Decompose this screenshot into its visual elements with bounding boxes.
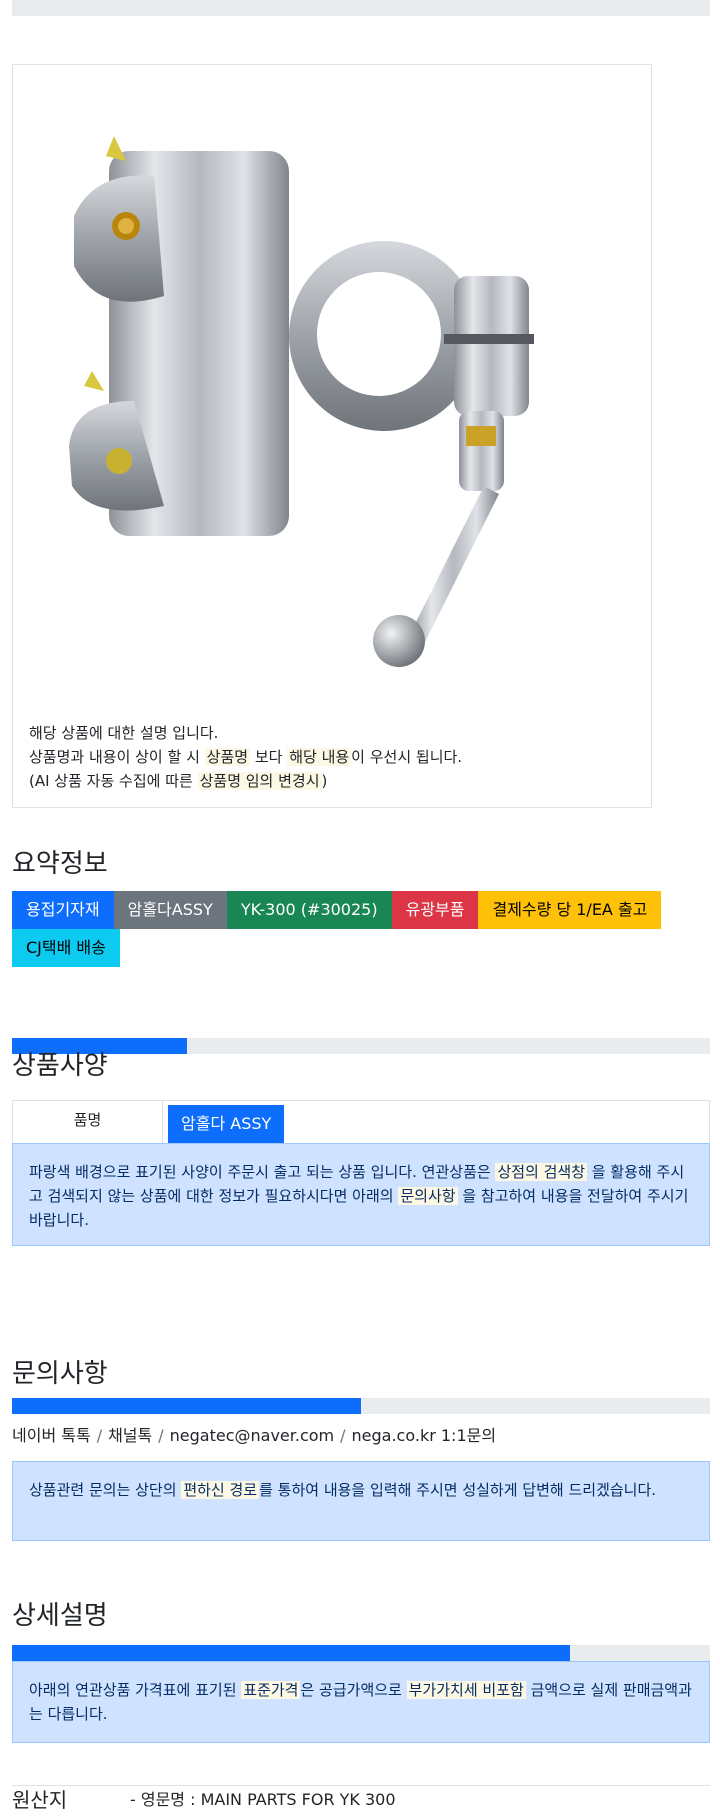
product-photo-icon <box>69 136 534 667</box>
highlight-content: 해당 내용 <box>287 748 352 766</box>
badge-shipping-qty[interactable]: 결제수량 당 1/EA 출고 <box>478 891 662 929</box>
spec-label: 품명 <box>13 1101 163 1149</box>
notice-text: 상품관련 문의는 상단의 <box>29 1481 182 1499</box>
spec-title: 상품사양 <box>12 1051 108 1081</box>
origin-divider <box>12 1785 710 1786</box>
highlight-route: 편하신 경로 <box>181 1481 260 1499</box>
separator: / <box>158 1426 164 1445</box>
inquiry-title: 문의사항 <box>12 1359 108 1389</box>
notice-text: 아래의 연관상품 가격표에 표기된 <box>29 1681 242 1699</box>
highlight-search: 상점의 검색창 <box>495 1163 588 1181</box>
contact-breadcrumb: 네이버 톡톡 / 채널톡 / negatec@naver.com / nega.co.kr … <box>12 1425 496 1447</box>
inquiry-notice: 상품관련 문의는 상단의 편하신 경로 를 통하여 내용을 입력해 주시면 성실하… <box>12 1461 710 1541</box>
highlight-inquiry: 문의사항 <box>398 1187 458 1205</box>
caption-text: ) <box>321 772 328 790</box>
notice-text: 파랑색 배경으로 표기된 사양이 주문시 출고 되는 상품 입니다. 연관상품은 <box>29 1163 496 1181</box>
badge-delivery[interactable]: CJ택배 배송 <box>12 929 120 967</box>
contact-website[interactable]: nega.co.kr 1:1문의 <box>352 1426 497 1445</box>
origin-label: 원산지 <box>12 1788 68 1812</box>
caption-text: 보다 <box>250 748 288 766</box>
contact-email[interactable]: negatec@naver.com <box>170 1426 334 1445</box>
caption-text: 상품명과 내용이 상이 할 시 <box>29 748 205 766</box>
highlight-name-change: 상품명 임의 변경시 <box>197 772 322 790</box>
notice-text: 를 통하여 내용을 입력해 주시면 성실하게 답변해 드리겠습니다. <box>259 1481 657 1499</box>
highlight-standard-price: 표준가격 <box>241 1681 301 1699</box>
image-caption: 해당 상품에 대한 설명 입니다. 상품명과 내용이 상이 할 시 상품명 보다… <box>29 721 462 793</box>
caption-text: (AI 상품 자동 수집에 따른 <box>29 772 198 790</box>
top-progress-bar <box>12 0 710 16</box>
detail-notice: 아래의 연관상품 가격표에 표기된 표준가격 은 공급가액으로 부가가치세 비포함… <box>12 1661 710 1743</box>
product-image-card: 해당 상품에 대한 설명 입니다. 상품명과 내용이 상이 할 시 상품명 보다… <box>12 64 652 808</box>
caption-text: 이 우선시 됩니다. <box>351 748 463 766</box>
origin-english-name: - 영문명 : MAIN PARTS FOR YK 300 <box>130 1790 396 1809</box>
badge-product[interactable]: 암홀다ASSY <box>113 891 227 929</box>
contact-naver-talk[interactable]: 네이버 톡톡 <box>12 1426 91 1445</box>
separator: / <box>340 1426 346 1445</box>
detail-progress-bar <box>12 1645 710 1661</box>
caption-line-2: 상품명과 내용이 상이 할 시 상품명 보다 해당 내용 이 우선시 됩니다. <box>29 745 462 769</box>
spec-value-badge[interactable]: 암홀다 ASSY <box>168 1105 285 1143</box>
highlight-vat-excluded: 부가가치세 비포함 <box>406 1681 526 1699</box>
contact-channel-talk[interactable]: 채널톡 <box>108 1426 152 1445</box>
separator: / <box>96 1426 103 1445</box>
summary-title: 요약정보 <box>12 849 108 879</box>
badge-category[interactable]: 용접기자재 <box>12 891 114 929</box>
clamp-part-photo <box>14 66 650 706</box>
highlight-product-name: 상품명 <box>204 748 251 766</box>
inquiry-progress-bar <box>12 1398 710 1414</box>
caption-line-3: (AI 상품 자동 수집에 따른 상품명 임의 변경시) <box>29 769 462 793</box>
detail-title: 상세설명 <box>12 1601 108 1631</box>
notice-text: 은 공급가액으로 <box>300 1681 407 1699</box>
caption-line-1: 해당 상품에 대한 설명 입니다. <box>29 724 219 742</box>
badge-finish[interactable]: 유광부품 <box>391 891 479 929</box>
spec-progress-bar <box>12 1038 710 1054</box>
summary-badges: 용접기자재 암홀다ASSY YK-300 (#30025) 유광부품 결제수량 당 1/… <box>12 891 702 967</box>
badge-model[interactable]: YK-300 (#30025) <box>226 891 392 929</box>
spec-notice: 파랑색 배경으로 표기된 사양이 주문시 출고 되는 상품 입니다. 연관상품은… <box>12 1143 710 1246</box>
